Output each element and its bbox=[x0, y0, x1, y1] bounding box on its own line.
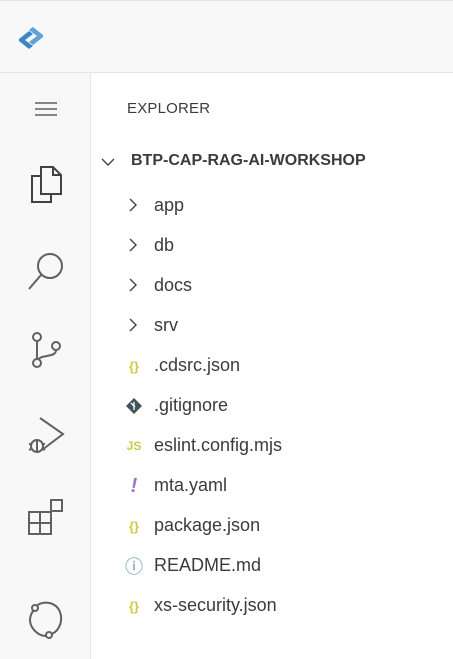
file-gitignore[interactable]: .gitignore bbox=[91, 385, 453, 425]
tree-item-label: db bbox=[154, 235, 175, 255]
tree-item-label: app bbox=[154, 195, 185, 215]
tree-item-label: srv bbox=[154, 315, 178, 335]
file-readme[interactable]: ⓘ README.md bbox=[91, 545, 453, 585]
tree-item-label: eslint.config.mjs bbox=[154, 435, 283, 455]
folder-app[interactable]: app bbox=[91, 185, 453, 225]
folder-db[interactable]: db bbox=[91, 225, 453, 265]
workspace-root-folder[interactable]: BTP-CAP-RAG-AI-WORKSHOP bbox=[91, 144, 453, 178]
folder-srv[interactable]: srv bbox=[91, 305, 453, 345]
file-mta-yaml[interactable]: ! mta.yaml bbox=[91, 465, 453, 505]
remote-icon[interactable] bbox=[0, 587, 91, 651]
git-icon bbox=[124, 396, 144, 416]
chevron-right-icon bbox=[128, 238, 138, 257]
chevron-right-icon bbox=[128, 278, 138, 297]
yaml-icon: ! bbox=[130, 474, 138, 497]
chevron-right-icon bbox=[128, 318, 138, 337]
extensions-icon[interactable] bbox=[0, 485, 91, 549]
title-bar bbox=[0, 0, 453, 73]
json-icon: {} bbox=[128, 598, 140, 614]
chevron-down-icon bbox=[101, 154, 115, 172]
tree-item-label: .gitignore bbox=[154, 395, 229, 415]
chevron-right-icon bbox=[128, 198, 138, 217]
run-debug-icon[interactable] bbox=[0, 403, 91, 467]
json-icon: {} bbox=[128, 358, 140, 374]
file-eslint-config[interactable]: JS eslint.config.mjs bbox=[91, 425, 453, 465]
activity-bar bbox=[0, 73, 91, 659]
search-icon[interactable] bbox=[0, 239, 91, 303]
tree-item-label: .cdsrc.json bbox=[154, 355, 241, 375]
javascript-icon: JS bbox=[126, 439, 142, 453]
workspace-root-label: BTP-CAP-RAG-AI-WORKSHOP bbox=[131, 152, 366, 169]
file-package-json[interactable]: {} package.json bbox=[91, 505, 453, 545]
folder-docs[interactable]: docs bbox=[91, 265, 453, 305]
tree-item-label: docs bbox=[154, 275, 193, 295]
app-logo-icon bbox=[17, 27, 45, 49]
tree-item-label: README.md bbox=[154, 555, 262, 575]
tree-item-label: xs-security.json bbox=[154, 595, 277, 615]
menu-icon[interactable] bbox=[0, 77, 91, 141]
file-xs-security-json[interactable]: {} xs-security.json bbox=[91, 585, 453, 625]
explorer-title: EXPLORER bbox=[127, 100, 211, 117]
tree-item-label: mta.yaml bbox=[154, 475, 228, 495]
explorer-icon[interactable] bbox=[0, 152, 91, 216]
file-cdsrc-json[interactable]: {} .cdsrc.json bbox=[91, 345, 453, 385]
explorer-sidebar: EXPLORER BTP-CAP-RAG-AI-WORKSHOP app db … bbox=[91, 73, 453, 659]
json-icon: {} bbox=[128, 518, 140, 534]
info-icon: ⓘ bbox=[125, 557, 143, 577]
tree-item-label: package.json bbox=[154, 515, 261, 535]
source-control-icon[interactable] bbox=[0, 318, 91, 382]
